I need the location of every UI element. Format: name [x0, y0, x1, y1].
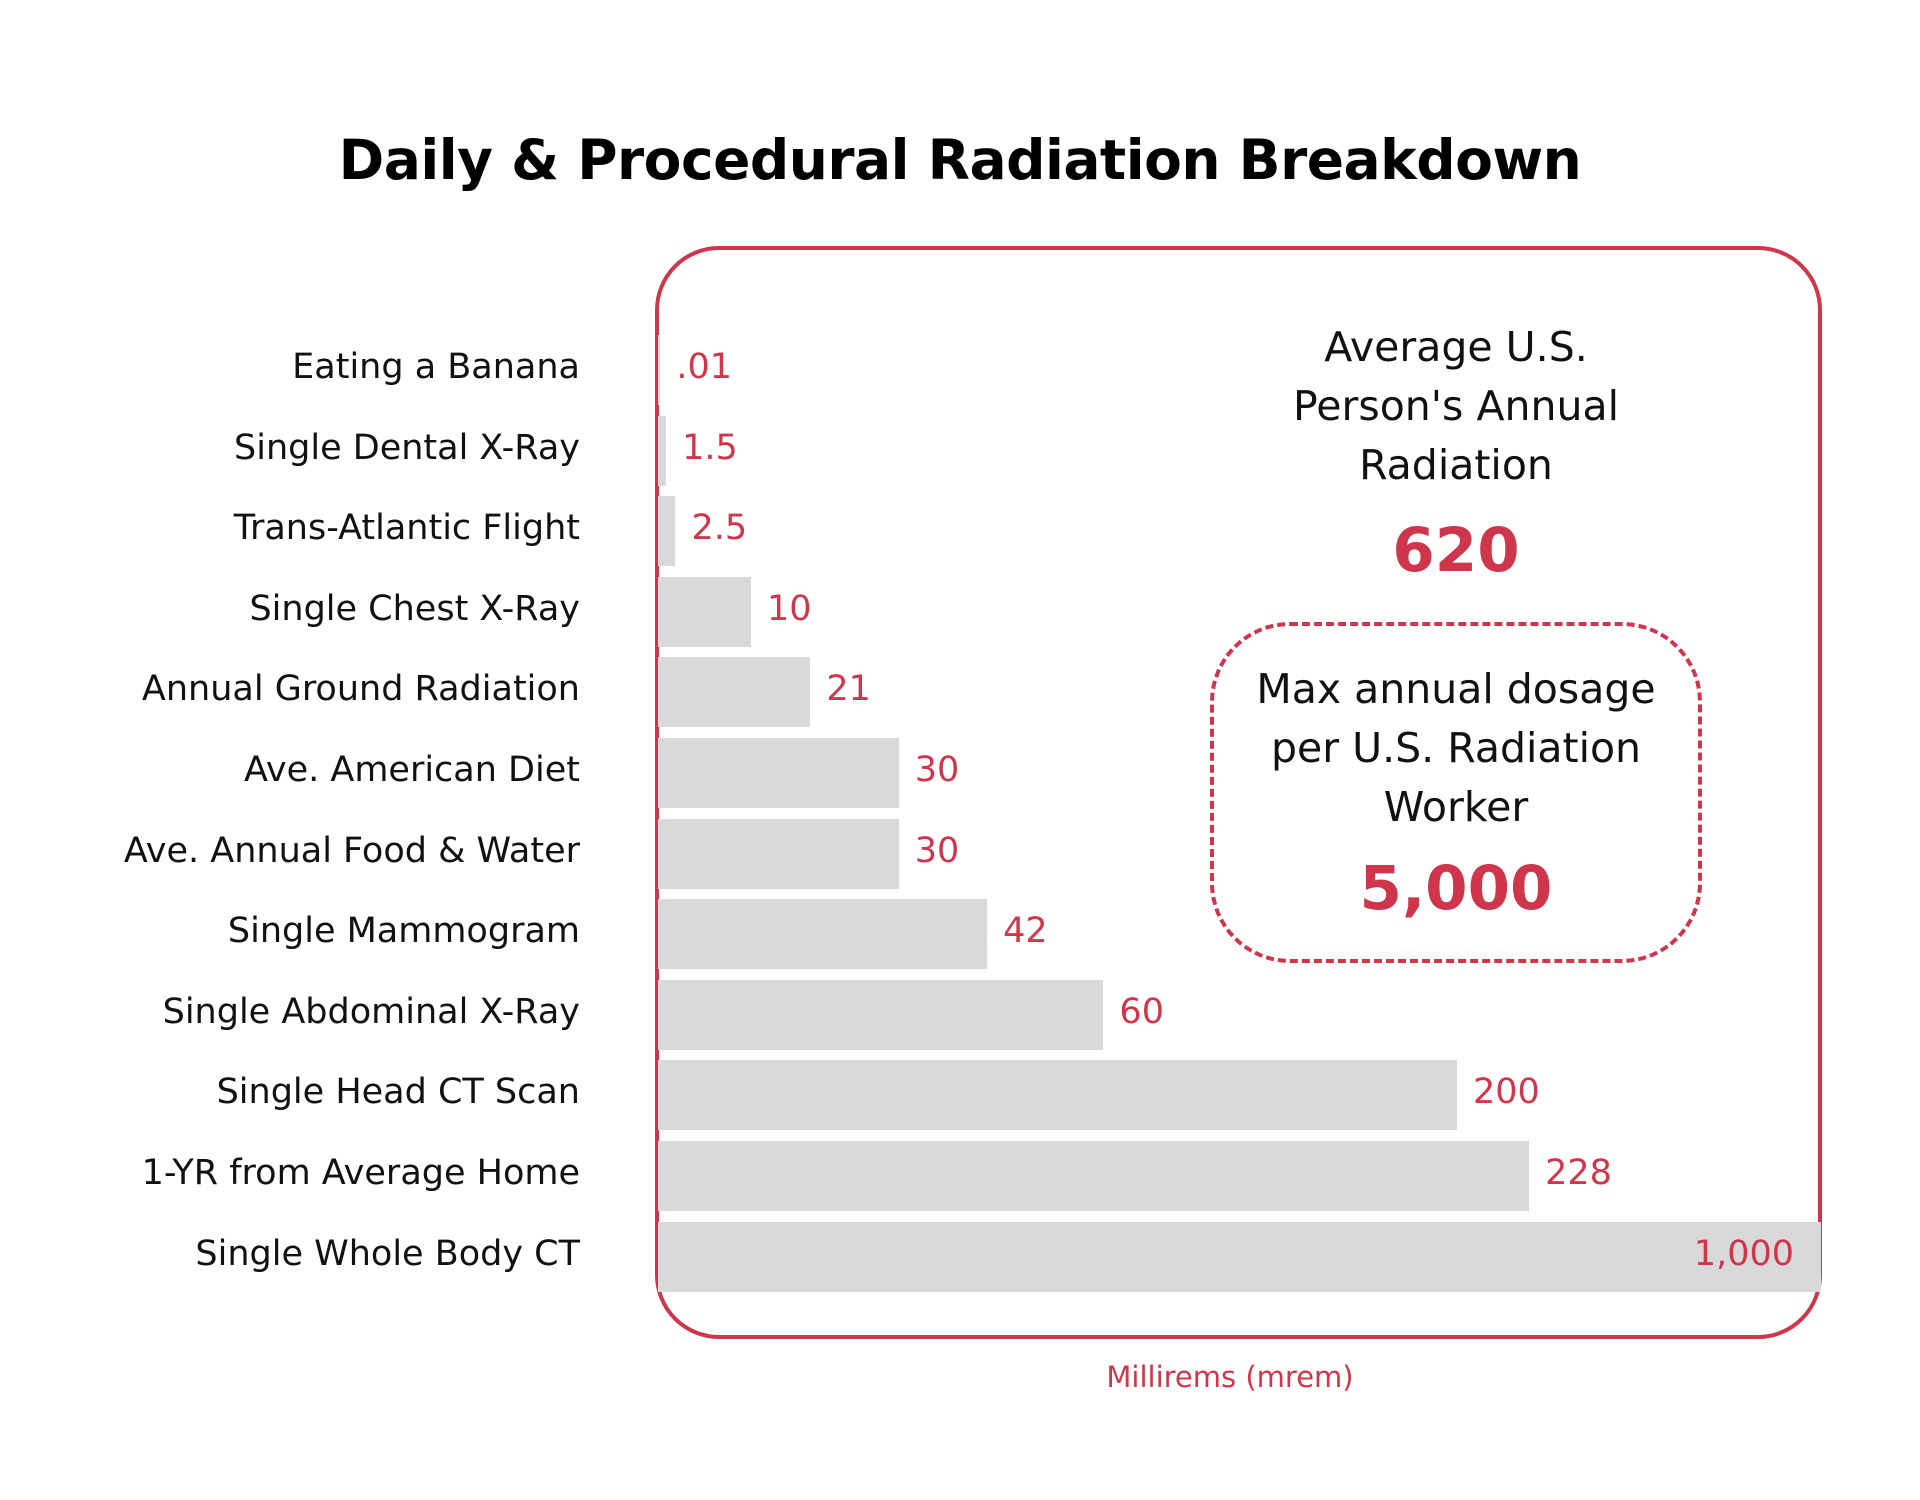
bar — [658, 496, 676, 567]
bar-value-label: 1.5 — [682, 427, 738, 468]
max-dosage-label-line: Worker — [1383, 783, 1529, 831]
category-label: Single Mammogram — [227, 911, 580, 952]
average-annual-value: 620 — [1392, 515, 1520, 586]
category-label: Single Chest X-Ray — [249, 588, 580, 629]
bar-value-label: 228 — [1545, 1153, 1612, 1193]
bar-value-label: 21 — [826, 669, 871, 710]
category-label: Annual Ground Radiation — [141, 669, 580, 710]
bar — [658, 1141, 1530, 1211]
max-dosage-value: 5,000 — [1359, 853, 1553, 924]
bar-value-label: 30 — [914, 830, 960, 871]
bar — [658, 979, 1104, 1050]
category-label: Single Head CT Scan — [216, 1072, 580, 1113]
bar — [658, 818, 899, 889]
bar-value-label: 30 — [914, 750, 960, 790]
bar — [658, 415, 667, 486]
bar-value-label: 10 — [767, 588, 812, 629]
category-label: Ave. Annual Food & Water — [123, 830, 580, 871]
category-label: Single Abdominal X-Ray — [162, 991, 580, 1032]
category-label: 1-YR from Average Home — [141, 1153, 580, 1193]
bar-value-label: 2.5 — [691, 508, 748, 549]
bar-value-label: .01 — [676, 347, 732, 387]
average-annual-label-line: Average U.S. — [1324, 323, 1588, 371]
max-dosage-label: Max annual dosage per U.S. Radiation Wor… — [1210, 660, 1702, 837]
category-label: Trans-Atlantic Flight — [233, 508, 580, 549]
bar-value-label: 200 — [1472, 1072, 1540, 1113]
bar — [658, 576, 752, 647]
max-dosage-label-line: per U.S. Radiation — [1270, 724, 1642, 772]
max-dosage-label-line: Max annual dosage — [1256, 665, 1656, 713]
category-label: Single Dental X-Ray — [234, 427, 580, 468]
bar — [658, 738, 899, 808]
chart-title: Daily & Procedural Radiation Breakdown — [338, 128, 1582, 192]
bar-value-label: 1,000 — [1693, 1233, 1794, 1274]
bar — [658, 1060, 1457, 1131]
category-label: Single Whole Body CT — [195, 1233, 580, 1274]
category-label: Eating a Banana — [292, 347, 580, 387]
average-annual-label-line: Radiation — [1359, 441, 1553, 489]
bar-value-label: 42 — [1003, 911, 1048, 952]
x-axis-label: Millirems (mrem) — [1106, 1360, 1354, 1394]
bar — [658, 1221, 1821, 1292]
category-label: Ave. American Diet — [243, 750, 580, 790]
average-annual-label-line: Person's Annual — [1293, 382, 1619, 430]
bar-value-label: 60 — [1119, 991, 1164, 1032]
average-annual-label: Average U.S. Person's Annual Radiation — [1200, 318, 1712, 495]
bar — [658, 335, 661, 405]
bar — [658, 657, 811, 728]
bar — [658, 899, 988, 970]
